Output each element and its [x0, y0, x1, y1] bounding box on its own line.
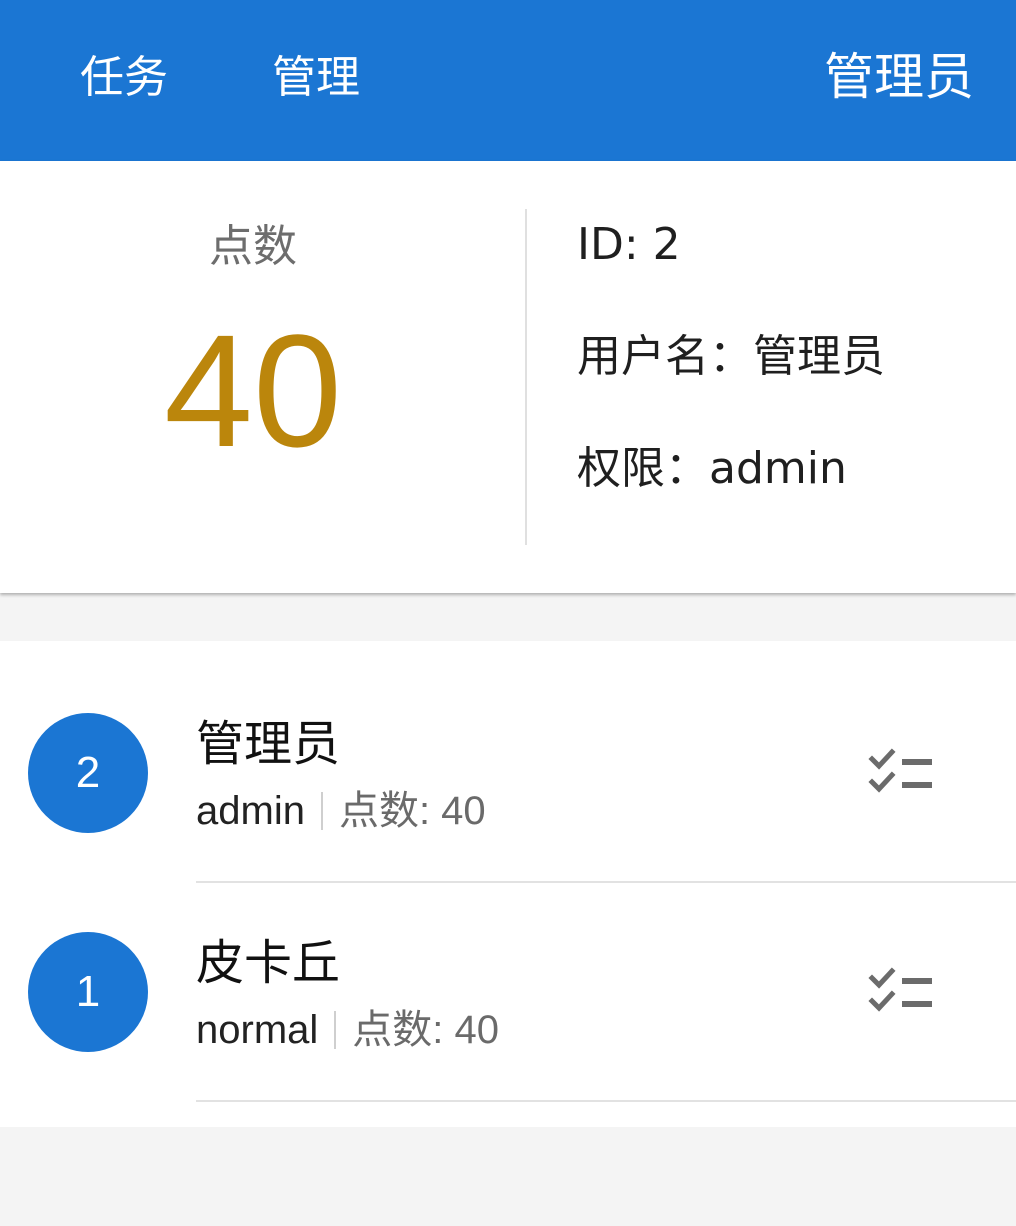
user-list: 2 管理员 admin 点数: 40 1 皮卡丘 normal 点数: 40 [0, 641, 1016, 1127]
vertical-divider [525, 209, 527, 545]
avatar: 2 [28, 713, 148, 833]
checklist-icon[interactable] [868, 747, 934, 797]
user-role: admin [196, 789, 305, 833]
user-id: ID: 2 [577, 219, 681, 270]
nav-manage-link[interactable]: 管理 [272, 48, 360, 108]
user-name: 皮卡丘 [196, 935, 341, 991]
profile-card: 点数 40 ID: 2 用户名：管理员 权限：admin [0, 161, 1016, 593]
user-name: 管理员 [196, 716, 341, 772]
nav-tasks-link[interactable]: 任务 [80, 48, 168, 108]
separator [334, 1011, 337, 1049]
current-user-menu[interactable]: 管理员 [824, 44, 974, 110]
top-nav-bar: 任务 管理 管理员 [0, 0, 1016, 161]
user-meta: normal 点数: 40 [196, 1004, 499, 1056]
user-role: 权限：admin [577, 443, 847, 494]
points-value: 40 [164, 301, 342, 480]
separator [320, 792, 323, 830]
username: 用户名：管理员 [577, 331, 885, 382]
user-points: 点数: 40 [352, 1008, 499, 1052]
user-role: normal [196, 1008, 319, 1052]
row-divider [196, 1100, 1016, 1102]
user-list-item[interactable]: 2 管理员 admin 点数: 40 [0, 663, 1016, 883]
points-label: 点数 [209, 221, 297, 272]
avatar: 1 [28, 932, 148, 1052]
checklist-icon[interactable] [868, 966, 934, 1016]
user-meta: admin 点数: 40 [196, 785, 486, 837]
user-points: 点数: 40 [338, 789, 486, 833]
user-list-item[interactable]: 1 皮卡丘 normal 点数: 40 [0, 882, 1016, 1102]
